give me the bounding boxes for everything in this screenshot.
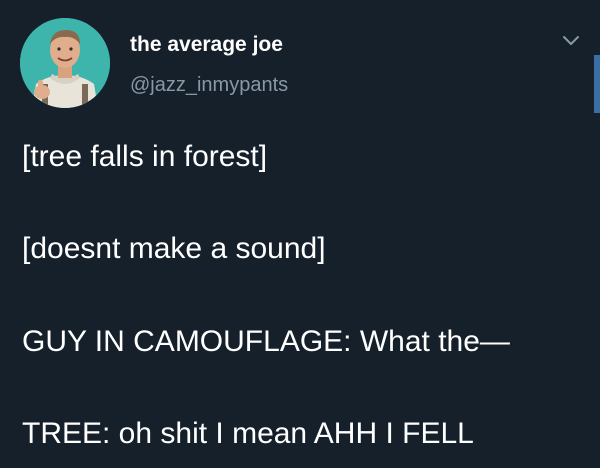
avatar-photo [20,18,110,108]
tweet-text-line: TREE: oh shit I mean AHH I FELL [22,417,474,450]
user-handle[interactable]: @jazz_inmypants [130,74,288,97]
tweet-text-line: [tree falls in forest] [22,140,268,173]
chevron-down-icon[interactable] [561,34,581,48]
tweet-text-line: GUY IN CAMOUFLAGE: What the— [22,325,510,358]
tweet-card: the average joe @jazz_inmypants [tree fa… [0,0,600,468]
tweet-text-line: [doesnt make a sound] [22,232,326,265]
scroll-indicator [594,55,600,113]
display-name[interactable]: the average joe [130,33,283,57]
avatar[interactable] [20,18,110,108]
